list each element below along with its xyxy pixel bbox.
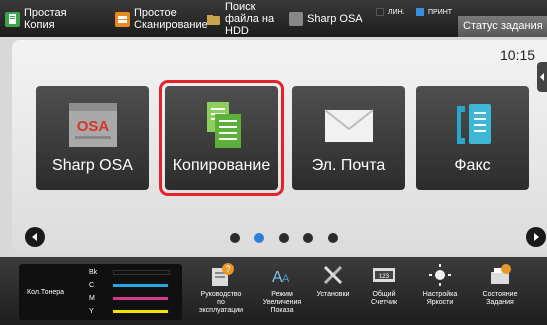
function-manual[interactable]: ? Руководство по эксплуатации xyxy=(196,262,246,322)
toner-row-bk: Bk xyxy=(89,267,170,277)
toner-row-m: M xyxy=(89,293,168,303)
brightness-icon xyxy=(429,264,451,286)
fax-icon xyxy=(456,104,491,144)
tile-sharp-osa[interactable]: OSA Sharp OSA xyxy=(36,86,149,190)
clock: 10:15 xyxy=(500,47,536,63)
shortcut-simple-copy[interactable]: Простая Копия xyxy=(5,4,72,34)
email-icon xyxy=(323,109,374,142)
simple-copy-icon xyxy=(5,11,20,27)
next-page-button[interactable] xyxy=(526,227,546,247)
tile-fax-label: Факс xyxy=(454,157,491,174)
toner-bar-m xyxy=(113,296,168,300)
toner-label: Кол.Тонера xyxy=(27,289,65,296)
page-dot-1[interactable] xyxy=(230,233,240,243)
toner-level-panel[interactable]: Кол.Тонера Bk C M Y xyxy=(19,264,182,320)
manual-icon: ? xyxy=(212,263,234,286)
shortcut-simple-scan-label: Простое Сканирование xyxy=(134,7,208,31)
function-zoom-display-label: Режим Увеличения Показа xyxy=(262,291,302,314)
job-status-button[interactable]: Статус задания xyxy=(458,16,547,37)
toner-bar-y xyxy=(113,309,168,313)
toner-row-y: Y xyxy=(89,306,168,316)
tile-fax[interactable]: Факс xyxy=(416,86,529,190)
selection-highlight xyxy=(159,80,284,196)
shortcut-sharp-osa[interactable]: Sharp OSA xyxy=(289,4,363,34)
svg-text:A: A xyxy=(282,273,290,285)
tile-email[interactable]: Эл. Почта xyxy=(292,86,405,190)
print-led-icon xyxy=(416,8,424,16)
tile-sharp-osa-label: Sharp OSA xyxy=(52,157,133,174)
shortcut-simple-scan[interactable]: Простое Сканирование xyxy=(115,4,212,34)
function-settings[interactable]: Установки xyxy=(308,262,358,322)
zoom-display-icon: AA xyxy=(272,269,290,286)
toner-bar-bk xyxy=(113,269,170,275)
sharp-osa-icon: OSA xyxy=(68,103,117,147)
function-manual-label: Руководство по эксплуатации xyxy=(198,291,244,314)
function-zoom-display[interactable]: AA Режим Увеличения Показа xyxy=(257,262,307,322)
osa-logo-text: OSA xyxy=(76,118,109,135)
prev-page-button[interactable] xyxy=(25,227,45,247)
job-status-icon xyxy=(491,264,511,284)
shortcut-hdd-search-label: Поиск файла на HDD xyxy=(225,1,275,37)
chevron-left-icon xyxy=(32,233,37,241)
print-indicator: ПРИНТ xyxy=(416,6,452,18)
hdd-file-search-icon xyxy=(206,12,221,27)
toner-name-m: M xyxy=(89,294,95,302)
function-brightness[interactable]: Настройка Яркости xyxy=(415,262,465,322)
page-dot-2[interactable] xyxy=(254,233,264,243)
function-job-status[interactable]: Состояние Задания xyxy=(475,262,525,322)
toner-name-y: Y xyxy=(89,307,94,315)
function-counter[interactable]: 123 Общий Счетчик xyxy=(359,262,409,322)
function-settings-label: Установки xyxy=(316,291,350,298)
settings-icon xyxy=(323,265,343,285)
page-dot-3[interactable] xyxy=(279,233,289,243)
tile-email-label: Эл. Почта xyxy=(311,157,386,174)
svg-text:?: ? xyxy=(225,264,230,274)
toner-name-c: C xyxy=(89,281,95,289)
shortcut-hdd-search[interactable]: Поиск файла на HDD xyxy=(206,1,291,37)
line-indicator: ЛИН. xyxy=(376,6,405,18)
page-dot-4[interactable] xyxy=(303,233,313,243)
line-indicator-label: ЛИН. xyxy=(388,8,405,16)
toner-bar-c xyxy=(113,283,168,287)
print-indicator-label: ПРИНТ xyxy=(428,8,453,16)
sharp-osa-icon xyxy=(289,12,303,26)
counter-icon: 123 xyxy=(373,268,395,282)
side-panel-handle[interactable] xyxy=(537,62,547,92)
svg-text:123: 123 xyxy=(379,274,390,280)
shortcut-simple-copy-label: Простая Копия xyxy=(24,7,67,31)
simple-scan-icon xyxy=(115,11,130,27)
shortcut-sharp-osa-label: Sharp OSA xyxy=(307,13,363,25)
function-counter-label: Общий Счетчик xyxy=(370,291,398,306)
toner-row-c: C xyxy=(89,280,168,290)
function-job-status-label: Состояние Задания xyxy=(482,291,518,306)
toner-name-bk: Bk xyxy=(89,268,98,276)
page-dot-5[interactable] xyxy=(328,233,338,243)
line-led-icon xyxy=(376,8,384,16)
chevron-right-icon xyxy=(534,233,539,241)
function-brightness-label: Настройка Яркости xyxy=(422,291,458,306)
